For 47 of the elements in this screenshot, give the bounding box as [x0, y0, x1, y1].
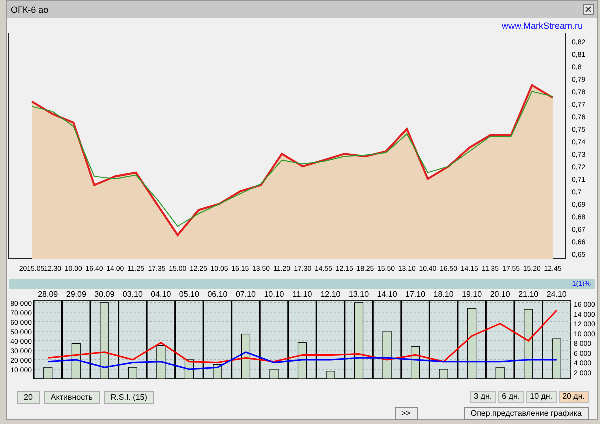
date-label: 30.09 [94, 290, 115, 299]
volume-bar [411, 346, 420, 380]
volume-bar [468, 308, 477, 380]
volume-bar [156, 345, 166, 380]
volume-bar [496, 367, 505, 380]
period-tab[interactable]: 20 дн. [558, 391, 589, 403]
action-button[interactable]: >> [394, 407, 418, 420]
volume-bar [72, 344, 81, 380]
date-label: 03.10 [122, 290, 143, 299]
window-title: ОГК-6 ао [11, 4, 49, 14]
volume-bar [552, 338, 562, 380]
date-label: 10.10 [264, 290, 284, 299]
volume-bar [326, 371, 336, 380]
date-label: 29.09 [66, 290, 86, 299]
date-label: 05.10 [179, 290, 200, 299]
date-label: 11.10 [292, 290, 312, 299]
date-label: 13.10 [349, 290, 370, 299]
date-label: 04.10 [151, 290, 172, 299]
volume-bar [44, 367, 53, 380]
period-tab[interactable]: 10 дн. [526, 391, 557, 403]
date-label: 17.10 [406, 290, 426, 299]
action-button[interactable]: Опер.представление графика [464, 407, 589, 420]
date-label: 21.10 [518, 290, 539, 299]
date-label: 12.10 [320, 290, 341, 299]
date-label: 06.10 [208, 290, 228, 299]
volume-bar [270, 369, 279, 380]
close-icon[interactable] [583, 4, 594, 15]
period-tab[interactable]: 6 дн. [498, 391, 524, 403]
volume-bar [241, 334, 251, 380]
toolbar-button[interactable]: R.S.I. (15) [104, 391, 154, 404]
website-link[interactable]: www.MarkStream.ru [502, 21, 583, 33]
volume-bar [439, 369, 448, 380]
toolbar-button[interactable]: 20 [17, 391, 40, 404]
volume-bar [298, 342, 308, 380]
date-label: 28.09 [38, 290, 58, 299]
date-label: 19.10 [462, 290, 482, 299]
toolbar-button[interactable]: Активность [44, 391, 100, 404]
date-label: 14.10 [377, 290, 398, 299]
volume-bar [213, 364, 222, 380]
date-label: 20.10 [490, 290, 510, 299]
volume-bar [524, 309, 534, 380]
volume-bar [128, 367, 138, 380]
date-label: 18.10 [434, 290, 454, 299]
period-tab[interactable]: 3 дн. [470, 391, 496, 403]
date-label: 07.10 [236, 290, 256, 299]
date-label: 24.10 [546, 290, 567, 299]
volume-bar [382, 331, 392, 380]
